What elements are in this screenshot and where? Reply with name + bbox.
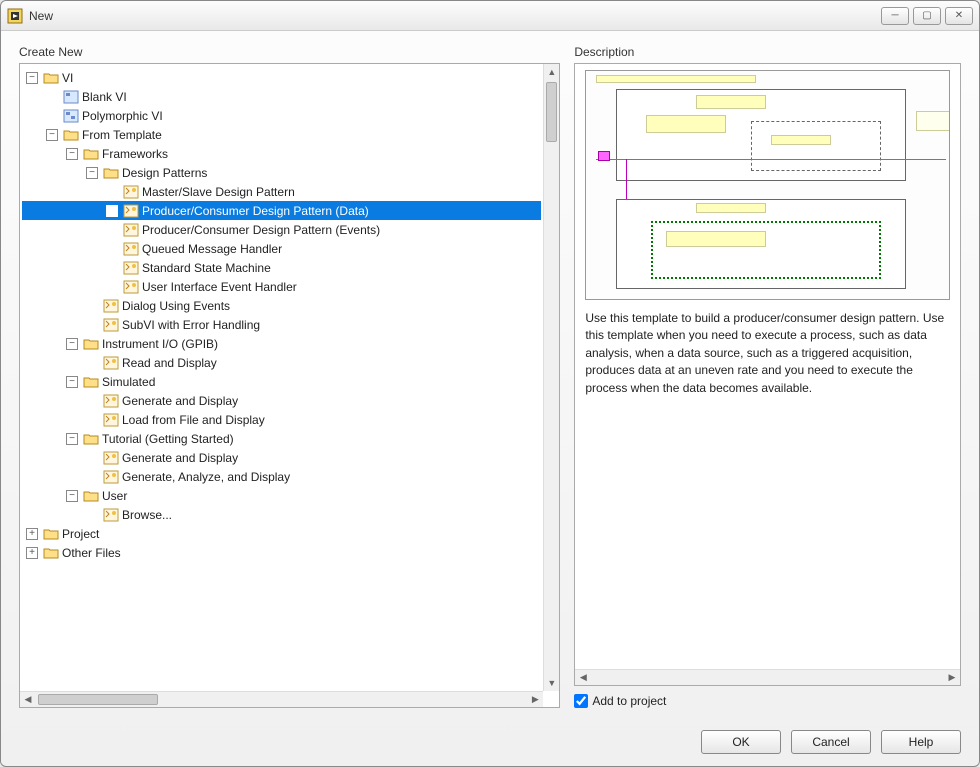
tree-item-frameworks[interactable]: − Frameworks	[22, 144, 541, 163]
minus-icon[interactable]: −	[86, 167, 98, 179]
tree-item-user[interactable]: − User	[22, 486, 541, 505]
app-icon	[7, 8, 23, 24]
scroll-thumb[interactable]	[546, 82, 557, 142]
folder-icon	[83, 488, 99, 504]
folder-icon	[83, 431, 99, 447]
tree-item-gen-display[interactable]: Generate and Display	[22, 391, 541, 410]
tree-item-std-state[interactable]: Standard State Machine	[22, 258, 541, 277]
titlebar: New ─ ▢ ✕	[1, 1, 979, 31]
tree-item-browse[interactable]: Browse...	[22, 505, 541, 524]
description-box: Use this template to build a producer/co…	[574, 63, 961, 686]
vertical-scrollbar[interactable]: ▲ ▼	[543, 64, 559, 691]
tree-item-other-files[interactable]: + Other Files	[22, 543, 541, 562]
description-label: Description	[574, 45, 961, 59]
tree-item-vi[interactable]: − VI	[22, 68, 541, 87]
tree-item-tutorial[interactable]: − Tutorial (Getting Started)	[22, 429, 541, 448]
minimize-button[interactable]: ─	[881, 7, 909, 25]
create-new-label: Create New	[19, 45, 560, 59]
tree-item-tut-gen-analyze[interactable]: Generate, Analyze, and Display	[22, 467, 541, 486]
tree-item-producer-consumer-data[interactable]: Producer/Consumer Design Pattern (Data)	[22, 201, 541, 220]
content-area: Create New − VI Blank VI	[1, 31, 979, 718]
scroll-left-icon[interactable]: ◀	[20, 692, 36, 707]
ok-button[interactable]: OK	[701, 730, 781, 754]
scroll-down-icon[interactable]: ▼	[544, 675, 559, 691]
template-icon	[103, 355, 119, 371]
minus-icon[interactable]: −	[26, 72, 38, 84]
scroll-right-icon[interactable]: ▶	[527, 692, 543, 707]
minus-icon[interactable]: −	[66, 148, 78, 160]
template-icon	[103, 412, 119, 428]
scroll-right-icon[interactable]: ▶	[944, 670, 960, 685]
tree-item-subvi-error[interactable]: SubVI with Error Handling	[22, 315, 541, 334]
window-title: New	[29, 9, 53, 23]
folder-icon	[83, 374, 99, 390]
folder-icon	[43, 70, 59, 86]
folder-icon	[43, 545, 59, 561]
template-icon	[103, 298, 119, 314]
scroll-thumb[interactable]	[38, 694, 158, 705]
tree-item-design-patterns[interactable]: − Design Patterns	[22, 163, 541, 182]
template-icon	[103, 450, 119, 466]
tree[interactable]: − VI Blank VI Polymorphic VI	[20, 64, 543, 691]
template-icon	[123, 279, 139, 295]
template-icon	[103, 507, 119, 523]
tree-item-load-file[interactable]: Load from File and Display	[22, 410, 541, 429]
add-to-project-input[interactable]	[574, 694, 588, 708]
tree-container: − VI Blank VI Polymorphic VI	[19, 63, 560, 708]
folder-icon	[43, 526, 59, 542]
template-icon	[123, 222, 139, 238]
minus-icon[interactable]: −	[66, 433, 78, 445]
tree-item-master-slave[interactable]: Master/Slave Design Pattern	[22, 182, 541, 201]
template-icon	[103, 317, 119, 333]
tree-item-queued-msg[interactable]: Queued Message Handler	[22, 239, 541, 258]
vi-icon	[63, 89, 79, 105]
folder-icon	[83, 336, 99, 352]
button-bar: OK Cancel Help	[1, 718, 979, 766]
tree-item-ui-event[interactable]: User Interface Event Handler	[22, 277, 541, 296]
template-icon	[123, 241, 139, 257]
template-icon	[103, 393, 119, 409]
tree-item-simulated[interactable]: − Simulated	[22, 372, 541, 391]
help-button[interactable]: Help	[881, 730, 961, 754]
horizontal-scrollbar[interactable]: ◀ ▶	[20, 691, 543, 707]
template-icon	[123, 184, 139, 200]
tree-item-from-template[interactable]: − From Template	[22, 125, 541, 144]
close-button[interactable]: ✕	[945, 7, 973, 25]
template-icon	[103, 469, 119, 485]
tree-item-read-display[interactable]: Read and Display	[22, 353, 541, 372]
template-preview	[585, 70, 950, 300]
description-text: Use this template to build a producer/co…	[585, 310, 950, 397]
add-to-project-label: Add to project	[592, 694, 666, 708]
description-panel: Description U	[574, 45, 961, 708]
create-new-panel: Create New − VI Blank VI	[19, 45, 560, 708]
tree-item-dialog-events[interactable]: Dialog Using Events	[22, 296, 541, 315]
minus-icon[interactable]: −	[46, 129, 58, 141]
folder-icon	[103, 165, 119, 181]
new-dialog: New ─ ▢ ✕ Create New − VI Bl	[0, 0, 980, 767]
minus-icon[interactable]: −	[66, 376, 78, 388]
plus-icon[interactable]: +	[26, 528, 38, 540]
tree-item-project[interactable]: + Project	[22, 524, 541, 543]
tree-item-instrument-io[interactable]: − Instrument I/O (GPIB)	[22, 334, 541, 353]
tree-item-blank-vi[interactable]: Blank VI	[22, 87, 541, 106]
tree-item-producer-consumer-events[interactable]: Producer/Consumer Design Pattern (Events…	[22, 220, 541, 239]
cancel-button[interactable]: Cancel	[791, 730, 871, 754]
vi-icon	[63, 108, 79, 124]
description-hscroll[interactable]: ◀ ▶	[575, 669, 960, 685]
window-buttons: ─ ▢ ✕	[881, 7, 973, 25]
tree-item-polymorphic-vi[interactable]: Polymorphic VI	[22, 106, 541, 125]
add-to-project-checkbox[interactable]: Add to project	[574, 694, 961, 708]
scroll-up-icon[interactable]: ▲	[544, 64, 559, 80]
minus-icon[interactable]: −	[66, 338, 78, 350]
tree-item-tut-gen[interactable]: Generate and Display	[22, 448, 541, 467]
scroll-left-icon[interactable]: ◀	[575, 670, 591, 685]
minus-icon[interactable]: −	[66, 490, 78, 502]
plus-icon[interactable]: +	[26, 547, 38, 559]
maximize-button[interactable]: ▢	[913, 7, 941, 25]
folder-icon	[83, 146, 99, 162]
template-icon	[123, 203, 139, 219]
folder-icon	[63, 127, 79, 143]
template-icon	[123, 260, 139, 276]
